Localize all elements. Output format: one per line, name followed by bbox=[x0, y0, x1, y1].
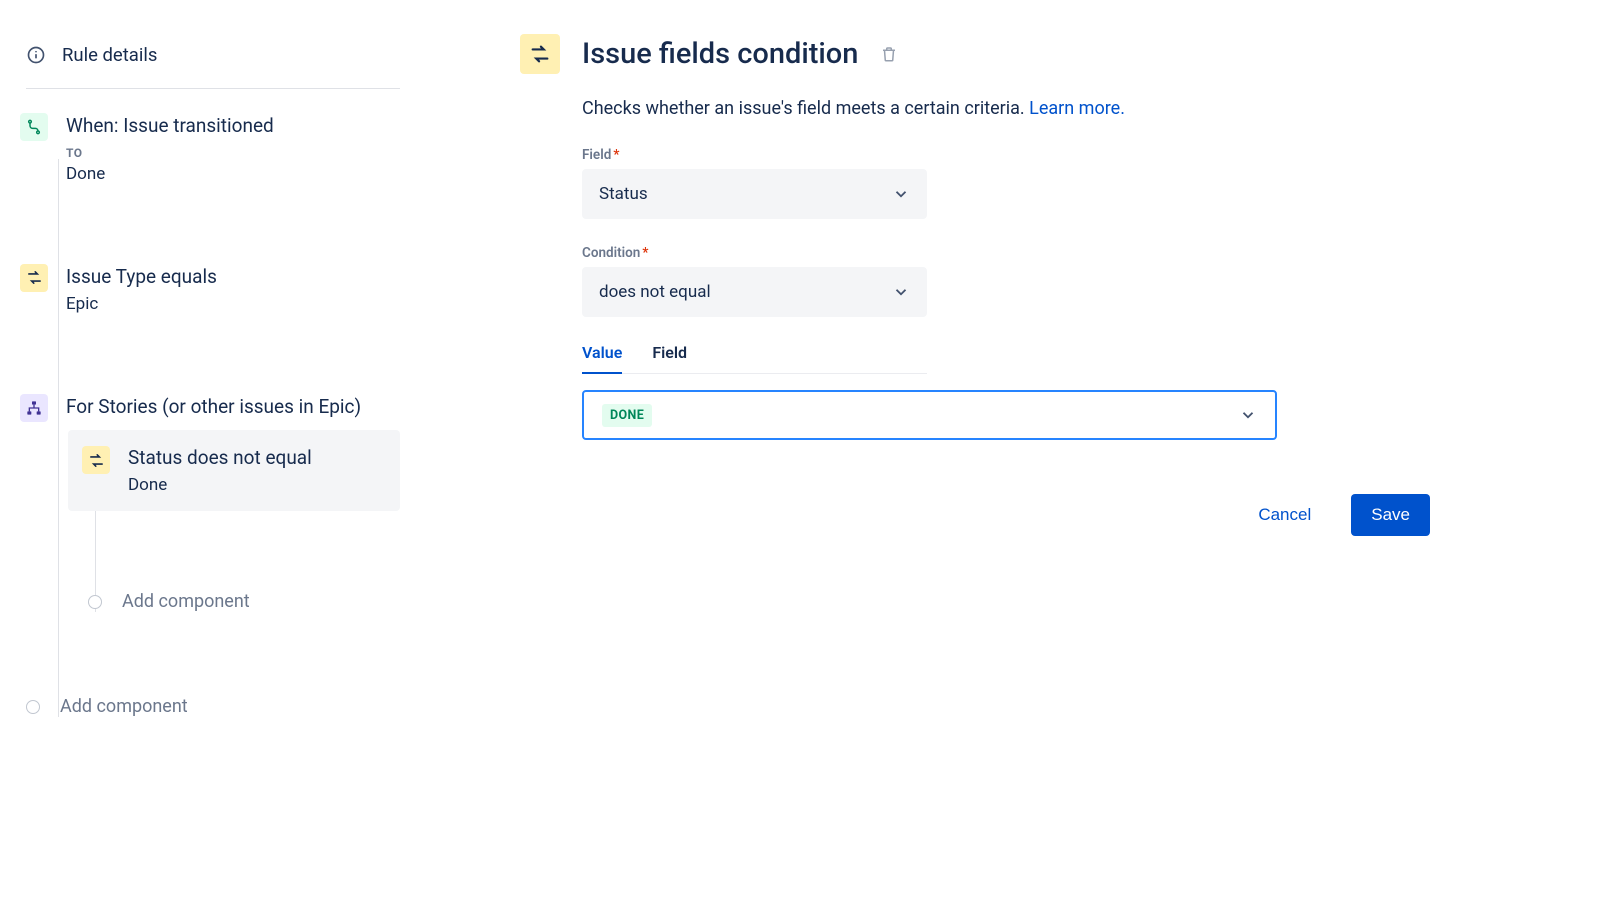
trigger-icon bbox=[20, 113, 48, 141]
condition-select[interactable]: does not equal bbox=[582, 267, 927, 317]
panel-header: Issue fields condition bbox=[520, 34, 1440, 74]
chevron-down-icon bbox=[892, 283, 910, 301]
add-component-outer-label: Add component bbox=[60, 696, 188, 717]
nested-condition-sub: Done bbox=[128, 475, 312, 495]
trigger-tag: TO bbox=[66, 146, 274, 160]
learn-more-link[interactable]: Learn more. bbox=[1029, 98, 1125, 119]
condition-sub: Epic bbox=[66, 294, 217, 314]
panel-title: Issue fields condition bbox=[582, 37, 858, 71]
field-select[interactable]: Status bbox=[582, 169, 927, 219]
required-indicator: * bbox=[642, 245, 648, 261]
add-component-outer[interactable]: Add component bbox=[26, 696, 400, 717]
save-button[interactable]: Save bbox=[1351, 494, 1430, 536]
field-label: Field* bbox=[582, 147, 1440, 163]
compare-tabs: Value Field bbox=[582, 343, 927, 374]
nested-condition-title: Status does not equal bbox=[128, 446, 312, 469]
tab-field[interactable]: Field bbox=[652, 343, 687, 373]
sidebar: Rule details When: Issue transitioned TO… bbox=[0, 0, 420, 900]
branch-title: For Stories (or other issues in Epic) bbox=[66, 394, 361, 421]
add-dot-icon bbox=[88, 595, 102, 609]
condition-icon bbox=[20, 264, 48, 292]
chevron-down-icon bbox=[892, 185, 910, 203]
main-panel: Issue fields condition Checks whether an… bbox=[420, 0, 1600, 900]
trigger-step[interactable]: When: Issue transitioned TO Done bbox=[20, 113, 400, 184]
add-component-inner[interactable]: Add component bbox=[88, 591, 400, 612]
value-lozenge: DONE bbox=[602, 404, 652, 427]
timeline-line bbox=[58, 159, 59, 717]
info-icon bbox=[26, 45, 46, 65]
rule-timeline: When: Issue transitioned TO Done Issue T… bbox=[20, 113, 400, 717]
cancel-button[interactable]: Cancel bbox=[1238, 494, 1331, 536]
field-select-value: Status bbox=[599, 184, 648, 204]
nested-condition-step[interactable]: Status does not equal Done bbox=[68, 430, 400, 511]
rule-details-title: Rule details bbox=[62, 44, 157, 66]
delete-icon[interactable] bbox=[880, 45, 898, 63]
add-component-inner-label: Add component bbox=[122, 591, 250, 612]
chevron-down-icon bbox=[1239, 406, 1257, 424]
branch-icon bbox=[20, 394, 48, 422]
add-dot-icon bbox=[26, 700, 40, 714]
rule-details-header[interactable]: Rule details bbox=[26, 44, 400, 89]
condition-form: Field* Status Condition* does not equal … bbox=[582, 147, 1440, 536]
trigger-sub: Done bbox=[66, 164, 274, 184]
branch-children: Status does not equal Done Add component bbox=[68, 430, 400, 612]
trigger-title: When: Issue transitioned bbox=[66, 113, 274, 140]
condition-step[interactable]: Issue Type equals Epic bbox=[20, 264, 400, 315]
panel-description: Checks whether an issue's field meets a … bbox=[582, 98, 1440, 119]
nested-condition-icon bbox=[82, 446, 110, 474]
branch-step[interactable]: For Stories (or other issues in Epic) bbox=[20, 394, 400, 422]
condition-title: Issue Type equals bbox=[66, 264, 217, 291]
tab-value[interactable]: Value bbox=[582, 343, 622, 374]
condition-label: Condition* bbox=[582, 245, 1440, 261]
value-select[interactable]: DONE bbox=[582, 390, 1277, 440]
panel-header-icon bbox=[520, 34, 560, 74]
required-indicator: * bbox=[613, 147, 619, 163]
form-actions: Cancel Save bbox=[582, 494, 1440, 536]
condition-select-value: does not equal bbox=[599, 282, 711, 302]
